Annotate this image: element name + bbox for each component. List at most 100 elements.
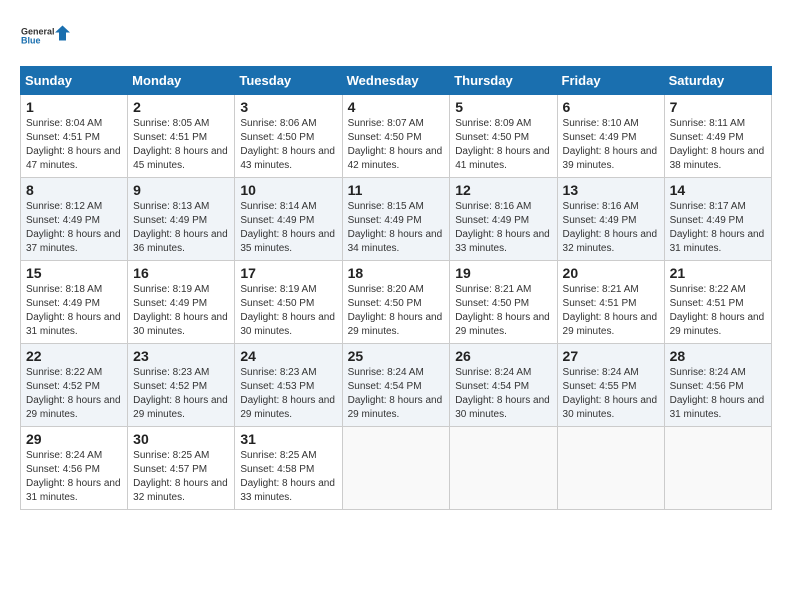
calendar-cell: 3 Sunrise: 8:06 AM Sunset: 4:50 PM Dayli… <box>235 95 342 178</box>
calendar-cell: 10 Sunrise: 8:14 AM Sunset: 4:49 PM Dayl… <box>235 178 342 261</box>
calendar-cell: 17 Sunrise: 8:19 AM Sunset: 4:50 PM Dayl… <box>235 261 342 344</box>
day-number: 23 <box>133 348 229 364</box>
day-info: Sunrise: 8:24 AM Sunset: 4:56 PM Dayligh… <box>670 366 766 422</box>
calendar-cell: 13 Sunrise: 8:16 AM Sunset: 4:49 PM Dayl… <box>557 178 664 261</box>
day-number: 4 <box>348 99 445 115</box>
day-number: 31 <box>240 431 336 447</box>
calendar-week-2: 8 Sunrise: 8:12 AM Sunset: 4:49 PM Dayli… <box>21 178 772 261</box>
calendar-cell <box>557 427 664 510</box>
day-number: 6 <box>563 99 659 115</box>
day-info: Sunrise: 8:16 AM Sunset: 4:49 PM Dayligh… <box>563 200 659 256</box>
day-info: Sunrise: 8:06 AM Sunset: 4:50 PM Dayligh… <box>240 117 336 173</box>
calendar-cell: 26 Sunrise: 8:24 AM Sunset: 4:54 PM Dayl… <box>450 344 557 427</box>
calendar-cell: 12 Sunrise: 8:16 AM Sunset: 4:49 PM Dayl… <box>450 178 557 261</box>
day-info: Sunrise: 8:19 AM Sunset: 4:49 PM Dayligh… <box>133 283 229 339</box>
day-number: 2 <box>133 99 229 115</box>
day-info: Sunrise: 8:07 AM Sunset: 4:50 PM Dayligh… <box>348 117 445 173</box>
day-info: Sunrise: 8:10 AM Sunset: 4:49 PM Dayligh… <box>563 117 659 173</box>
day-info: Sunrise: 8:20 AM Sunset: 4:50 PM Dayligh… <box>348 283 445 339</box>
day-info: Sunrise: 8:25 AM Sunset: 4:58 PM Dayligh… <box>240 449 336 505</box>
calendar-cell: 30 Sunrise: 8:25 AM Sunset: 4:57 PM Dayl… <box>128 427 235 510</box>
calendar-cell <box>450 427 557 510</box>
day-number: 14 <box>670 182 766 198</box>
day-number: 18 <box>348 265 445 281</box>
calendar-cell: 24 Sunrise: 8:23 AM Sunset: 4:53 PM Dayl… <box>235 344 342 427</box>
calendar-cell: 31 Sunrise: 8:25 AM Sunset: 4:58 PM Dayl… <box>235 427 342 510</box>
calendar-week-3: 15 Sunrise: 8:18 AM Sunset: 4:49 PM Dayl… <box>21 261 772 344</box>
col-header-saturday: Saturday <box>664 67 771 95</box>
calendar-cell: 16 Sunrise: 8:19 AM Sunset: 4:49 PM Dayl… <box>128 261 235 344</box>
day-info: Sunrise: 8:14 AM Sunset: 4:49 PM Dayligh… <box>240 200 336 256</box>
day-info: Sunrise: 8:24 AM Sunset: 4:54 PM Dayligh… <box>455 366 551 422</box>
day-number: 16 <box>133 265 229 281</box>
day-info: Sunrise: 8:22 AM Sunset: 4:52 PM Dayligh… <box>26 366 122 422</box>
day-info: Sunrise: 8:16 AM Sunset: 4:49 PM Dayligh… <box>455 200 551 256</box>
col-header-tuesday: Tuesday <box>235 67 342 95</box>
calendar-table: SundayMondayTuesdayWednesdayThursdayFrid… <box>20 66 772 510</box>
calendar-cell: 8 Sunrise: 8:12 AM Sunset: 4:49 PM Dayli… <box>21 178 128 261</box>
day-info: Sunrise: 8:12 AM Sunset: 4:49 PM Dayligh… <box>26 200 122 256</box>
calendar-cell: 6 Sunrise: 8:10 AM Sunset: 4:49 PM Dayli… <box>557 95 664 178</box>
day-info: Sunrise: 8:18 AM Sunset: 4:49 PM Dayligh… <box>26 283 122 339</box>
day-number: 24 <box>240 348 336 364</box>
day-number: 30 <box>133 431 229 447</box>
calendar-cell: 23 Sunrise: 8:23 AM Sunset: 4:52 PM Dayl… <box>128 344 235 427</box>
day-info: Sunrise: 8:21 AM Sunset: 4:50 PM Dayligh… <box>455 283 551 339</box>
day-info: Sunrise: 8:23 AM Sunset: 4:53 PM Dayligh… <box>240 366 336 422</box>
day-info: Sunrise: 8:24 AM Sunset: 4:56 PM Dayligh… <box>26 449 122 505</box>
calendar-cell: 20 Sunrise: 8:21 AM Sunset: 4:51 PM Dayl… <box>557 261 664 344</box>
day-info: Sunrise: 8:25 AM Sunset: 4:57 PM Dayligh… <box>133 449 229 505</box>
day-number: 17 <box>240 265 336 281</box>
day-number: 10 <box>240 182 336 198</box>
day-number: 1 <box>26 99 122 115</box>
calendar-cell: 2 Sunrise: 8:05 AM Sunset: 4:51 PM Dayli… <box>128 95 235 178</box>
calendar-cell: 5 Sunrise: 8:09 AM Sunset: 4:50 PM Dayli… <box>450 95 557 178</box>
day-number: 8 <box>26 182 122 198</box>
col-header-sunday: Sunday <box>21 67 128 95</box>
day-number: 28 <box>670 348 766 364</box>
day-info: Sunrise: 8:17 AM Sunset: 4:49 PM Dayligh… <box>670 200 766 256</box>
calendar-cell: 15 Sunrise: 8:18 AM Sunset: 4:49 PM Dayl… <box>21 261 128 344</box>
calendar-cell: 18 Sunrise: 8:20 AM Sunset: 4:50 PM Dayl… <box>342 261 450 344</box>
calendar-cell: 4 Sunrise: 8:07 AM Sunset: 4:50 PM Dayli… <box>342 95 450 178</box>
calendar-cell: 27 Sunrise: 8:24 AM Sunset: 4:55 PM Dayl… <box>557 344 664 427</box>
col-header-thursday: Thursday <box>450 67 557 95</box>
day-number: 25 <box>348 348 445 364</box>
day-info: Sunrise: 8:19 AM Sunset: 4:50 PM Dayligh… <box>240 283 336 339</box>
day-info: Sunrise: 8:21 AM Sunset: 4:51 PM Dayligh… <box>563 283 659 339</box>
day-info: Sunrise: 8:22 AM Sunset: 4:51 PM Dayligh… <box>670 283 766 339</box>
calendar-cell: 22 Sunrise: 8:22 AM Sunset: 4:52 PM Dayl… <box>21 344 128 427</box>
day-number: 11 <box>348 182 445 198</box>
calendar-cell: 25 Sunrise: 8:24 AM Sunset: 4:54 PM Dayl… <box>342 344 450 427</box>
day-number: 22 <box>26 348 122 364</box>
day-info: Sunrise: 8:15 AM Sunset: 4:49 PM Dayligh… <box>348 200 445 256</box>
day-number: 27 <box>563 348 659 364</box>
col-header-friday: Friday <box>557 67 664 95</box>
day-info: Sunrise: 8:23 AM Sunset: 4:52 PM Dayligh… <box>133 366 229 422</box>
calendar-week-4: 22 Sunrise: 8:22 AM Sunset: 4:52 PM Dayl… <box>21 344 772 427</box>
calendar-cell: 7 Sunrise: 8:11 AM Sunset: 4:49 PM Dayli… <box>664 95 771 178</box>
calendar-cell: 29 Sunrise: 8:24 AM Sunset: 4:56 PM Dayl… <box>21 427 128 510</box>
day-info: Sunrise: 8:13 AM Sunset: 4:49 PM Dayligh… <box>133 200 229 256</box>
calendar-week-1: 1 Sunrise: 8:04 AM Sunset: 4:51 PM Dayli… <box>21 95 772 178</box>
day-number: 3 <box>240 99 336 115</box>
day-number: 20 <box>563 265 659 281</box>
day-info: Sunrise: 8:04 AM Sunset: 4:51 PM Dayligh… <box>26 117 122 173</box>
page-header: General Blue <box>20 16 772 56</box>
calendar-cell: 19 Sunrise: 8:21 AM Sunset: 4:50 PM Dayl… <box>450 261 557 344</box>
svg-text:Blue: Blue <box>21 36 41 46</box>
day-number: 19 <box>455 265 551 281</box>
logo-svg: General Blue <box>20 16 70 56</box>
day-number: 7 <box>670 99 766 115</box>
day-number: 26 <box>455 348 551 364</box>
svg-text:General: General <box>21 27 55 37</box>
calendar-cell <box>342 427 450 510</box>
calendar-cell: 1 Sunrise: 8:04 AM Sunset: 4:51 PM Dayli… <box>21 95 128 178</box>
col-header-wednesday: Wednesday <box>342 67 450 95</box>
calendar-cell <box>664 427 771 510</box>
day-number: 21 <box>670 265 766 281</box>
day-info: Sunrise: 8:11 AM Sunset: 4:49 PM Dayligh… <box>670 117 766 173</box>
day-info: Sunrise: 8:09 AM Sunset: 4:50 PM Dayligh… <box>455 117 551 173</box>
day-number: 9 <box>133 182 229 198</box>
day-number: 29 <box>26 431 122 447</box>
